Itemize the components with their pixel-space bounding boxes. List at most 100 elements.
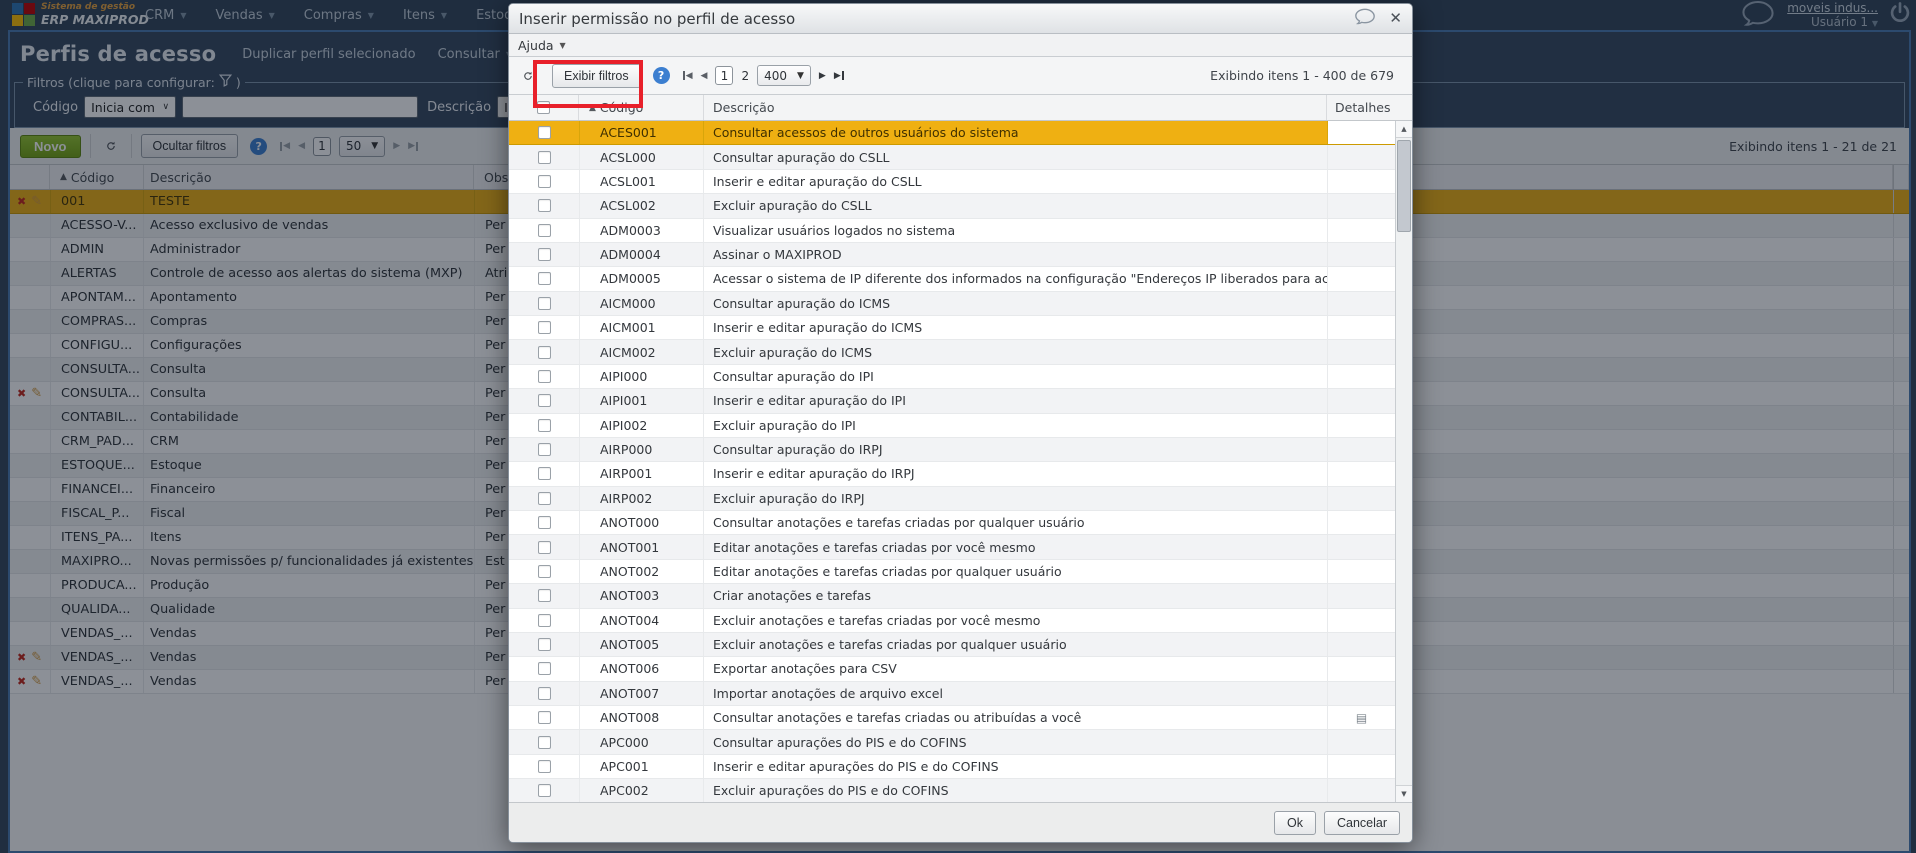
help-menu[interactable]: Ajuda (518, 38, 554, 53)
cell-codigo: APC001 (579, 754, 704, 779)
permission-row[interactable]: AIPI001 Inserir e editar apuração do IPI (509, 389, 1395, 414)
permission-row[interactable]: AICM002 Excluir apuração do ICMS (509, 340, 1395, 365)
permission-row[interactable]: ANOT008 Consultar anotações e tarefas cri… (509, 706, 1395, 731)
row-checkbox[interactable] (537, 369, 551, 383)
scroll-down-icon[interactable]: ▼ (1396, 785, 1412, 802)
cell-descricao: Acessar o sistema de IP diferente dos in… (713, 271, 1327, 287)
cell-descricao: Consultar apuração do CSLL (713, 149, 890, 165)
row-checkbox[interactable] (537, 150, 551, 164)
permission-row[interactable]: ANOT000 Consultar anotações e tarefas cri… (509, 511, 1395, 536)
details-icon[interactable]: ▤ (1356, 711, 1367, 725)
row-checkbox[interactable] (537, 443, 551, 457)
cell-codigo: ANOT002 (579, 559, 704, 584)
row-checkbox[interactable] (537, 272, 551, 286)
page-2-link[interactable]: 2 (741, 69, 749, 83)
row-checkbox[interactable] (537, 199, 551, 213)
permission-row[interactable]: ADM0005 Acessar o sistema de IP diferente… (509, 267, 1395, 292)
close-icon[interactable]: ✕ (1389, 11, 1402, 26)
row-checkbox[interactable] (537, 784, 551, 798)
select-all-checkbox[interactable] (537, 101, 550, 114)
row-checkbox[interactable] (537, 174, 551, 188)
cell-descricao: Consultar apurações do PIS e do COFINS (713, 734, 967, 750)
cell-descricao: Inserir e editar apuração do ICMS (713, 320, 923, 336)
cell-codigo: AIPI000 (579, 364, 704, 389)
row-checkbox[interactable] (537, 418, 551, 432)
permission-row[interactable]: APC000 Consultar apurações do PIS e do CO… (509, 730, 1395, 755)
row-checkbox[interactable] (537, 759, 551, 773)
row-checkbox[interactable] (537, 394, 551, 408)
permission-row[interactable]: AIRP002 Excluir apuração do IRPJ (509, 486, 1395, 511)
permission-row[interactable]: ANOT002 Editar anotações e tarefas criada… (509, 559, 1395, 585)
row-checkbox[interactable] (537, 491, 551, 505)
help-icon[interactable]: ? (652, 67, 670, 84)
row-checkbox[interactable] (537, 467, 551, 481)
scrollbar[interactable]: ▲ ▼ (1395, 121, 1412, 802)
permission-row[interactable]: AIPI000 Consultar apuração do IPI (509, 364, 1395, 390)
insert-permission-modal: Inserir permissão no perfil de acesso ✕ … (508, 3, 1413, 843)
refresh-icon[interactable] (517, 65, 539, 87)
current-page[interactable]: 1 (715, 66, 734, 85)
sort-asc-icon: ▲ (589, 102, 596, 113)
row-checkbox[interactable] (537, 345, 551, 359)
ok-button[interactable]: Ok (1273, 810, 1316, 835)
permission-row[interactable]: ADM0003 Visualizar usuários logados no si… (509, 218, 1395, 243)
scrollbar-thumb[interactable] (1397, 140, 1411, 232)
scroll-up-icon[interactable]: ▲ (1396, 121, 1412, 138)
permission-row[interactable]: ANOT004 Excluir anotações e tarefas criad… (509, 608, 1395, 633)
row-checkbox[interactable] (537, 638, 551, 652)
modal-title-bar: Inserir permissão no perfil de acesso ✕ (509, 4, 1412, 34)
cell-codigo: ANOT005 (579, 632, 704, 657)
chat-bubble-icon[interactable] (1354, 8, 1376, 29)
row-checkbox[interactable] (537, 735, 551, 749)
permission-row[interactable]: ACSL002 Excluir apuração do CSLL (509, 194, 1395, 219)
column-header-codigo[interactable]: ▲ Código (579, 95, 704, 120)
permission-row[interactable]: ACSL000 Consultar apuração do CSLL (509, 145, 1395, 170)
permission-row[interactable]: AIRP001 Inserir e editar apuração do IRPJ (509, 462, 1395, 487)
previous-page-icon[interactable]: ◀ (701, 71, 708, 81)
next-page-icon[interactable]: ▶ (819, 71, 826, 81)
page-size-select[interactable]: 400 ▼ (757, 65, 811, 86)
permission-row[interactable]: APC001 Inserir e editar apurações do PIS … (509, 754, 1395, 780)
cell-codigo: ANOT001 (579, 535, 704, 559)
permission-row[interactable]: ACSL001 Inserir e editar apuração do CSLL (509, 169, 1395, 195)
row-checkbox[interactable] (537, 686, 551, 700)
row-checkbox[interactable] (537, 126, 551, 140)
row-checkbox[interactable] (537, 564, 551, 578)
row-checkbox[interactable] (537, 248, 551, 262)
column-header-detalhes[interactable]: Detalhes (1327, 95, 1395, 120)
permission-row[interactable]: ANOT006 Exportar anotações para CSV (509, 657, 1395, 682)
show-filters-button[interactable]: Exibir filtros (552, 63, 641, 88)
permission-row[interactable]: APC002 Excluir apurações do PIS e do COFI… (509, 779, 1395, 802)
permission-row[interactable]: ANOT005 Excluir anotações e tarefas criad… (509, 632, 1395, 658)
permission-row[interactable]: AIPI002 Excluir apuração do IPI (509, 413, 1395, 438)
permission-row[interactable]: ANOT007 Importar anotações de arquivo exc… (509, 681, 1395, 706)
row-checkbox[interactable] (537, 540, 551, 554)
permission-row[interactable]: AICM001 Inserir e editar apuração do ICMS (509, 316, 1395, 341)
cell-codigo: APC002 (579, 779, 704, 802)
cell-codigo: AICM001 (579, 316, 704, 340)
row-checkbox[interactable] (537, 296, 551, 310)
permission-row[interactable]: ADM0004 Assinar o MAXIPROD (509, 242, 1395, 268)
row-checkbox[interactable] (537, 711, 551, 725)
cell-codigo: AIRP000 (579, 437, 704, 462)
permission-row[interactable]: AICM000 Consultar apuração do ICMS (509, 291, 1395, 316)
cancel-button[interactable]: Cancelar (1323, 810, 1400, 835)
row-checkbox[interactable] (537, 613, 551, 627)
cell-codigo: ADM0003 (579, 218, 704, 242)
cell-codigo: ANOT004 (579, 608, 704, 632)
permission-row[interactable]: AIRP000 Consultar apuração do IRPJ (509, 437, 1395, 463)
column-header-descricao[interactable]: Descrição (704, 95, 1327, 120)
permission-row[interactable]: ANOT001 Editar anotações e tarefas criada… (509, 535, 1395, 560)
last-page-icon[interactable]: ▶ (834, 71, 844, 81)
permission-row[interactable]: ANOT003 Criar anotações e tarefas (509, 584, 1395, 609)
cell-descricao: Inserir e editar apuração do IRPJ (713, 466, 915, 482)
row-checkbox[interactable] (537, 516, 551, 530)
row-checkbox[interactable] (537, 223, 551, 237)
modal-footer: Ok Cancelar (509, 802, 1412, 842)
permission-row[interactable]: ACES001 Consultar acessos de outros usuár… (509, 121, 1395, 146)
row-checkbox[interactable] (537, 321, 551, 335)
cell-descricao: Assinar o MAXIPROD (713, 247, 842, 263)
row-checkbox[interactable] (537, 662, 551, 676)
first-page-icon[interactable]: ◀ (682, 71, 693, 81)
row-checkbox[interactable] (537, 589, 551, 603)
